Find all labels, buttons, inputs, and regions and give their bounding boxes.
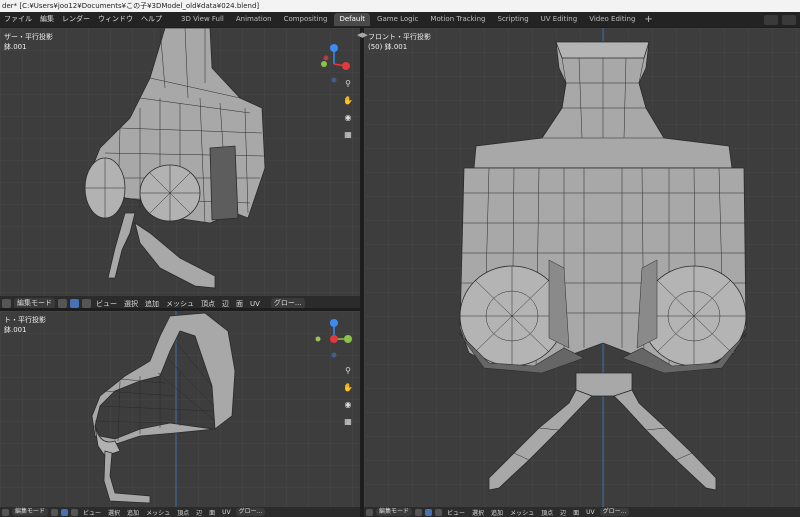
tab-3d-view-full[interactable]: 3D View Full <box>176 13 229 26</box>
zoom-icon[interactable]: ⚲ <box>341 363 355 377</box>
editor-type-icon[interactable] <box>366 508 373 516</box>
transform-orientation-dropdown[interactable]: グロー... <box>599 508 630 516</box>
face-select-icon[interactable] <box>435 508 443 516</box>
tab-compositing[interactable]: Compositing <box>279 13 333 26</box>
edge-select-icon[interactable] <box>61 508 69 516</box>
editor-type-icon[interactable] <box>2 299 11 308</box>
menu-edge[interactable]: 辺 <box>220 299 231 309</box>
axis-gizmo[interactable] <box>310 317 358 361</box>
axis-z-icon[interactable] <box>330 44 338 52</box>
menu-face[interactable]: 面 <box>207 508 217 517</box>
camera-icon[interactable]: ◉ <box>341 110 355 124</box>
camera-icon[interactable]: ◉ <box>341 397 355 411</box>
zoom-icon[interactable]: ⚲ <box>341 76 355 90</box>
view-label: フロント・平行投影 <box>368 33 431 41</box>
face-select-icon[interactable] <box>82 299 91 308</box>
menu-mesh[interactable]: メッシュ <box>144 508 172 517</box>
axis-y-icon[interactable] <box>321 61 327 67</box>
view-label: ザー・平行投影 <box>4 33 53 41</box>
tab-animation[interactable]: Animation <box>231 13 277 26</box>
axis-x-icon[interactable] <box>330 335 338 343</box>
scene-icon[interactable] <box>764 14 778 25</box>
viewport-right[interactable]: フロント・平行投影 (50) 鉢.001 <box>364 28 800 507</box>
area-split-handle-icon[interactable]: ◀▶ <box>357 31 368 39</box>
menu-edge[interactable]: 辺 <box>558 508 568 517</box>
axis-x-icon[interactable] <box>342 62 350 70</box>
tab-motion-tracking[interactable]: Motion Tracking <box>425 13 490 26</box>
menu-help[interactable]: ヘルプ <box>137 12 166 27</box>
area-divider-horizontal[interactable] <box>0 308 360 311</box>
area-divider-vertical[interactable] <box>360 28 364 517</box>
menu-edge[interactable]: 辺 <box>194 508 204 517</box>
nav-controls: ⚲ ✋ ◉ ▦ <box>341 363 355 428</box>
mode-dropdown[interactable]: 編集モード <box>376 508 413 516</box>
view-layer-icon[interactable] <box>782 14 796 25</box>
top-right-controls <box>764 14 800 25</box>
viewport-grid <box>0 311 360 507</box>
top-menu-bar: ファイル 編集 レンダー ウィンドウ ヘルプ 3D View Full Anim… <box>0 12 800 27</box>
menu-render[interactable]: レンダー <box>58 12 94 27</box>
vertex-select-icon[interactable] <box>51 508 59 516</box>
viewport-header-right: 編集モード ビュー 選択 追加 メッシュ 頂点 辺 面 UV グロー... <box>364 507 800 517</box>
axis-y-icon[interactable] <box>344 335 352 343</box>
transform-orientation-dropdown[interactable]: グロー... <box>235 508 266 516</box>
menu-select[interactable]: 選択 <box>106 508 122 517</box>
menu-file[interactable]: ファイル <box>0 12 36 27</box>
menu-add[interactable]: 追加 <box>489 508 505 517</box>
viewport-top-left[interactable]: ザー・平行投影 鉢.001 ⚲ ✋ ◉ ▦ <box>0 28 360 296</box>
menu-view[interactable]: ビュー <box>94 299 119 309</box>
menu-add[interactable]: 追加 <box>143 299 161 309</box>
hand-pan-icon[interactable]: ✋ <box>341 380 355 394</box>
add-workspace-button[interactable]: + <box>640 14 656 25</box>
vertex-select-icon[interactable] <box>415 508 423 516</box>
menu-uv[interactable]: UV <box>220 509 233 516</box>
menu-view[interactable]: ビュー <box>81 508 103 517</box>
tab-scripting[interactable]: Scripting <box>493 13 534 26</box>
grid-view-icon[interactable]: ▦ <box>341 414 355 428</box>
menu-view[interactable]: ビュー <box>445 508 467 517</box>
window-title: der* [C:¥Users¥joo12¥Documents¥この子¥3DMod… <box>0 0 800 12</box>
menu-select[interactable]: 選択 <box>470 508 486 517</box>
tab-uv-editing[interactable]: UV Editing <box>536 13 583 26</box>
edge-select-icon[interactable] <box>70 299 79 308</box>
menu-window[interactable]: ウィンドウ <box>94 12 137 27</box>
face-select-icon[interactable] <box>71 508 79 516</box>
nav-controls: ⚲ ✋ ◉ ▦ <box>341 76 355 141</box>
viewport-bottom-left[interactable]: ト・平行投影 鉢.001 ⚲ ✋ ◉ ▦ <box>0 311 360 507</box>
tab-game-logic[interactable]: Game Logic <box>372 13 423 26</box>
mode-dropdown[interactable]: 編集モード <box>12 508 49 516</box>
hand-pan-icon[interactable]: ✋ <box>341 93 355 107</box>
object-label: 鉢.001 <box>4 43 27 51</box>
menu-vertex[interactable]: 頂点 <box>199 299 217 309</box>
menu-mesh[interactable]: メッシュ <box>164 299 196 309</box>
menu-edit[interactable]: 編集 <box>36 12 58 27</box>
menu-uv[interactable]: UV <box>248 300 262 308</box>
viewport-grid <box>364 28 800 507</box>
tab-video-editing[interactable]: Video Editing <box>584 13 640 26</box>
menu-face[interactable]: 面 <box>571 508 581 517</box>
object-label: 鉢.001 <box>4 326 27 334</box>
menu-vertex[interactable]: 頂点 <box>539 508 555 517</box>
edge-select-icon[interactable] <box>425 508 433 516</box>
viewport-header-bottom-left: 編集モード ビュー 選択 追加 メッシュ 頂点 辺 面 UV グロー... <box>0 507 360 517</box>
tab-default[interactable]: Default <box>334 13 371 26</box>
object-label: (50) 鉢.001 <box>368 43 408 51</box>
menu-add[interactable]: 追加 <box>125 508 141 517</box>
menu-mesh[interactable]: メッシュ <box>508 508 536 517</box>
menu-face[interactable]: 面 <box>234 299 245 309</box>
grid-view-icon[interactable]: ▦ <box>341 127 355 141</box>
menu-select[interactable]: 選択 <box>122 299 140 309</box>
axis-z-icon[interactable] <box>330 319 338 327</box>
editor-type-icon[interactable] <box>2 508 9 516</box>
menu-uv[interactable]: UV <box>584 509 597 516</box>
vertex-select-icon[interactable] <box>58 299 67 308</box>
menu-vertex[interactable]: 頂点 <box>175 508 191 517</box>
view-label: ト・平行投影 <box>4 316 46 324</box>
viewport-grid <box>0 28 360 296</box>
